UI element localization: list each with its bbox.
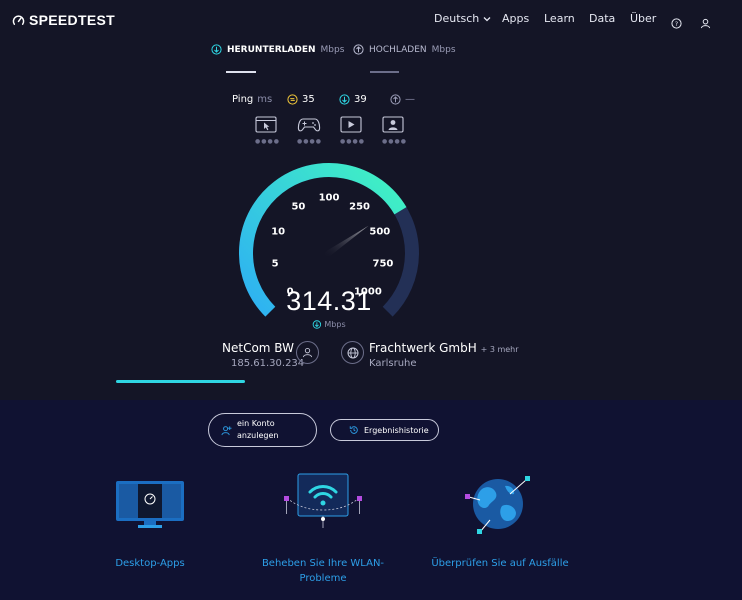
ping-label: Ping	[232, 94, 254, 105]
ping-idle-value: 35	[302, 94, 315, 105]
browsing-dots: ●●●●	[255, 138, 280, 145]
browsing-activity: ●●●●	[255, 116, 280, 145]
nav-apps[interactable]: Apps	[502, 12, 529, 25]
server-location: Karlsruhe	[369, 358, 417, 369]
chevron-down-icon	[483, 16, 491, 21]
gauge-tick-label: 10	[271, 226, 286, 238]
speedtest-logo-icon	[12, 14, 25, 25]
tab-download-label: HERUNTERLADEN	[227, 44, 316, 55]
language-label: Deutsch	[434, 12, 480, 25]
gaming-activity: ●●●●	[297, 116, 322, 145]
video-call-icon	[382, 116, 404, 133]
upload-ping-icon	[390, 94, 401, 105]
add-user-icon	[221, 425, 232, 435]
test-progress-bar	[116, 380, 245, 383]
nav-apps-label: Apps	[502, 12, 530, 25]
nav-data[interactable]: Data	[589, 12, 615, 25]
ping-download: 39	[339, 94, 367, 105]
ping-download-value: 39	[354, 94, 367, 105]
desktop-app-illustration	[116, 481, 184, 528]
tab-upload-unit: Mbps	[431, 44, 456, 55]
video-play-icon	[340, 116, 362, 133]
outage-globe-illustration	[465, 476, 530, 534]
upload-arrow-icon	[353, 44, 364, 55]
server-name-group[interactable]: Frachtwerk GmbH + 3 mehr	[369, 341, 519, 355]
isp-user-button[interactable]	[296, 341, 319, 364]
results-history-label: Ergebnishistorie	[364, 425, 429, 435]
feature-desktop-apps[interactable]: Desktop-Apps	[90, 556, 210, 571]
nav-learn-label: Learn	[544, 12, 575, 25]
results-history-button[interactable]: Ergebnishistorie	[330, 419, 439, 441]
feature-wifi-label-line1: Beheben Sie Ihre WLAN-	[261, 558, 385, 569]
create-account-button[interactable]: ein Konto anzulegen	[208, 413, 317, 447]
gauge-tick-label: 100	[318, 192, 340, 204]
language-selector[interactable]: Deutsch	[434, 12, 492, 25]
ping-label-group: Ping ms	[232, 94, 272, 105]
server-globe-button[interactable]	[341, 341, 364, 364]
gauge-tick-label: 50	[291, 201, 306, 213]
create-account-line2: anzulegen	[237, 431, 279, 440]
idle-ping-icon	[287, 94, 298, 105]
gamepad-icon	[297, 118, 321, 132]
tab-download-underline	[226, 71, 256, 73]
speed-unit: Mbps	[324, 320, 346, 329]
tab-upload-label: HOCHLADEN	[369, 44, 427, 55]
speedtest-logo[interactable]: SPEEDTEST	[12, 12, 115, 28]
ping-upload-value: —	[405, 94, 415, 105]
feature-outage-check[interactable]: Überprüfen Sie auf Ausfälle	[420, 556, 580, 571]
tab-download-unit: Mbps	[320, 44, 345, 55]
gauge-needle	[318, 225, 369, 260]
nav-about-label: Über	[630, 12, 657, 25]
create-account-line1: ein Konto	[237, 419, 275, 428]
gauge-tick-label: 500	[369, 226, 391, 238]
logo-text: SPEEDTEST	[29, 12, 115, 28]
ping-upload: —	[390, 94, 415, 105]
video-call-activity: ●●●●	[382, 116, 407, 145]
streaming-dots: ●●●●	[340, 138, 365, 145]
feature-wifi-label-line2: Probleme	[299, 573, 347, 584]
nav-data-label: Data	[589, 12, 616, 25]
user-icon	[302, 348, 313, 358]
gauge-tick-label: 5	[271, 258, 279, 270]
gauge-tick-label: 250	[349, 201, 370, 213]
svg-text:?: ?	[675, 20, 678, 28]
server-more-link[interactable]: + 3 mehr	[481, 345, 519, 354]
download-small-icon	[312, 320, 322, 329]
feature-wifi-troubleshoot[interactable]: Beheben Sie Ihre WLAN- Probleme	[248, 556, 398, 586]
account-button[interactable]	[700, 14, 711, 33]
nav-learn[interactable]: Learn	[544, 12, 575, 25]
user-icon	[700, 18, 711, 29]
ping-unit: ms	[257, 94, 273, 105]
web-browsing-icon	[255, 116, 277, 133]
tab-upload-underline	[370, 71, 399, 73]
ping-idle: 35	[287, 94, 315, 105]
help-button[interactable]: ?	[671, 14, 682, 33]
isp-ip: 185.61.30.234	[231, 358, 305, 369]
wifi-troubleshoot-illustration	[284, 473, 362, 528]
server-name: Frachtwerk GmbH	[369, 341, 477, 355]
nav-about[interactable]: Über	[630, 12, 656, 25]
tab-upload[interactable]: HOCHLADEN Mbps	[353, 44, 456, 55]
help-icon: ?	[671, 18, 682, 29]
isp-name: NetCom BW	[222, 341, 294, 355]
speed-value: 314.31	[286, 286, 372, 316]
streaming-activity: ●●●●	[340, 116, 365, 145]
download-ping-icon	[339, 94, 350, 105]
feature-outage-label: Überprüfen Sie auf Ausfälle	[431, 558, 569, 569]
create-account-label: ein Konto anzulegen	[237, 418, 278, 442]
feature-desktop-apps-label: Desktop-Apps	[115, 558, 185, 569]
tab-download[interactable]: HERUNTERLADEN Mbps	[211, 44, 344, 55]
gauge-tick-label: 750	[372, 258, 394, 270]
speed-unit-group: Mbps	[312, 320, 346, 329]
video-call-dots: ●●●●	[382, 138, 407, 145]
history-icon	[349, 426, 358, 434]
globe-icon	[347, 347, 358, 358]
gaming-dots: ●●●●	[297, 138, 322, 145]
download-arrow-icon	[211, 44, 222, 55]
